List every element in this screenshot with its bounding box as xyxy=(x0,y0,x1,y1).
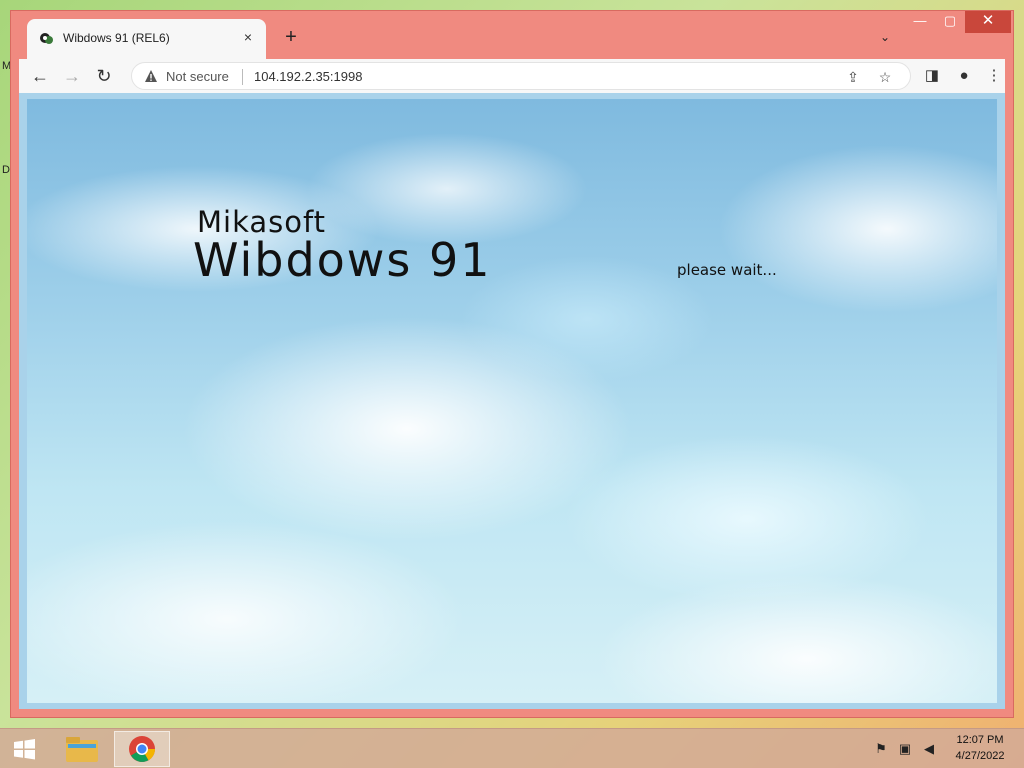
taskbar: ⚑ ▣ ◀ 12:07 PM 4/27/2022 xyxy=(0,728,1024,768)
action-center-flag-icon[interactable]: ⚑ xyxy=(872,741,890,757)
tab-title: Wibdows 91 (REL6) xyxy=(63,31,170,45)
site-favicon-icon xyxy=(40,33,53,44)
clock-time[interactable]: 12:07 PM xyxy=(950,734,1010,746)
reload-icon[interactable]: ↻ xyxy=(91,63,117,89)
chrome-taskbar-button[interactable] xyxy=(114,731,170,767)
folder-icon xyxy=(66,737,98,762)
url-text[interactable]: 104.192.2.35:1998 xyxy=(254,69,362,84)
side-panel-icon[interactable]: ◨ xyxy=(921,65,943,87)
tab-strip: Wibdows 91 (REL6) × + ⌄ — ▢ ✕ xyxy=(11,11,1013,59)
clock-date[interactable]: 4/27/2022 xyxy=(950,750,1010,762)
browser-toolbar: ← → ↻ Not secure 104.192.2.35:1998 ⇪ ☆ ◨… xyxy=(19,59,1005,93)
maximize-button[interactable]: ▢ xyxy=(935,11,965,33)
close-window-button[interactable]: ✕ xyxy=(965,11,1011,33)
browser-window: Wibdows 91 (REL6) × + ⌄ — ▢ ✕ ← → ↻ Not … xyxy=(10,10,1014,718)
bookmark-star-icon[interactable]: ☆ xyxy=(876,68,894,86)
address-bar[interactable]: Not secure 104.192.2.35:1998 ⇪ ☆ xyxy=(131,62,911,90)
page-viewport: Mikasoft Wibdows 91 please wait... xyxy=(19,93,1005,709)
file-explorer-taskbar-button[interactable] xyxy=(54,731,110,767)
kebab-menu-icon[interactable]: ⋮ xyxy=(983,65,1005,87)
chrome-icon xyxy=(129,736,156,762)
back-arrow-icon[interactable]: ← xyxy=(27,63,53,89)
security-status-label[interactable]: Not secure xyxy=(166,69,229,84)
brand-product: Wibdows 91 xyxy=(193,233,492,287)
address-divider xyxy=(242,69,243,85)
loading-status: please wait... xyxy=(677,261,777,279)
share-icon[interactable]: ⇪ xyxy=(844,68,862,86)
desktop: M D Wibdows 91 (REL6) × + ⌄ — ▢ ✕ ← → ↻ xyxy=(0,0,1024,768)
forward-arrow-icon[interactable]: → xyxy=(59,63,85,89)
network-icon[interactable]: ▣ xyxy=(896,741,914,757)
volume-muted-icon[interactable]: ◀ xyxy=(920,741,938,757)
windows-start-icon[interactable] xyxy=(4,733,44,765)
minimize-button[interactable]: — xyxy=(905,11,935,33)
tab-search-chevron-icon[interactable]: ⌄ xyxy=(875,27,895,47)
cloud-background: Mikasoft Wibdows 91 please wait... xyxy=(27,99,997,703)
tab-wibdows[interactable]: Wibdows 91 (REL6) × xyxy=(27,19,266,59)
warning-triangle-icon[interactable] xyxy=(144,69,158,83)
tab-close-icon[interactable]: × xyxy=(240,29,256,45)
new-tab-button[interactable]: + xyxy=(279,25,303,49)
desktop-icon-label-d[interactable]: D xyxy=(2,164,10,176)
profile-avatar-icon[interactable]: ● xyxy=(953,65,975,87)
